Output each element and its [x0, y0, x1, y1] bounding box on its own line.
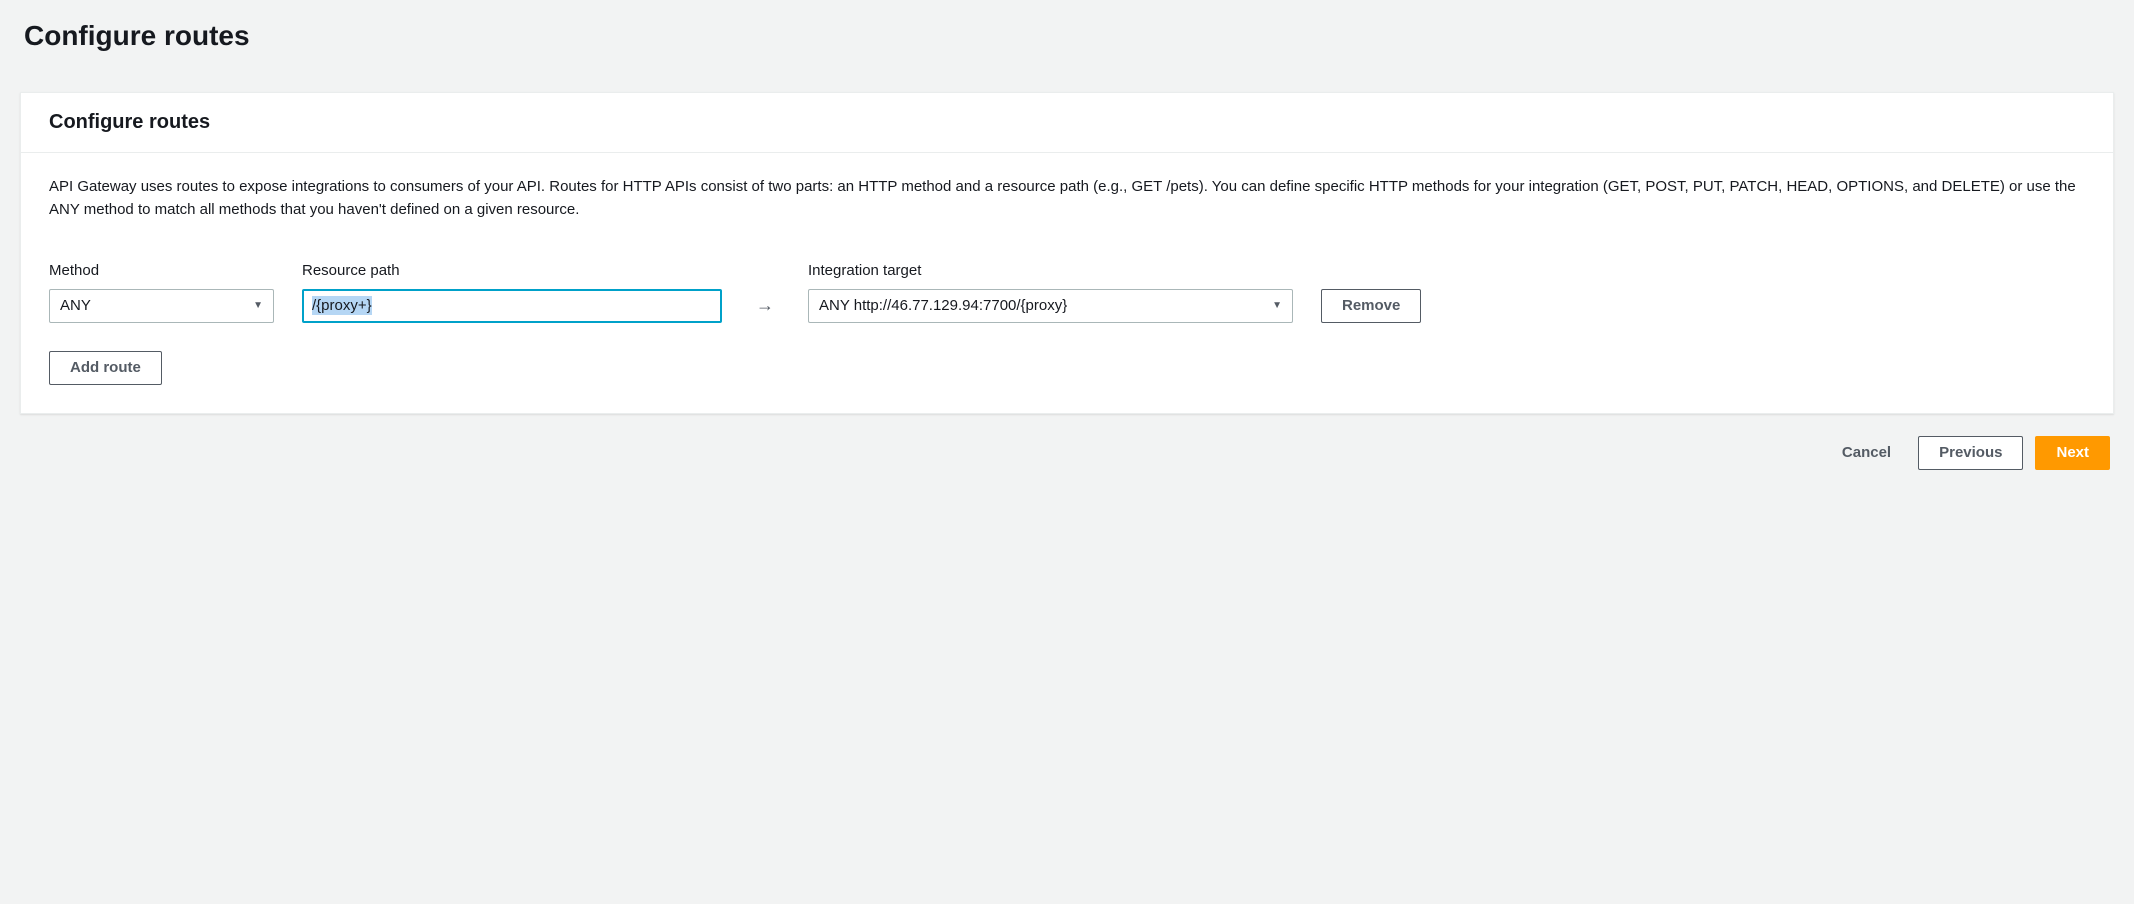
panel-body: API Gateway uses routes to expose integr…	[21, 153, 2113, 413]
route-row: ANY ▼ /{proxy+} → ANY http://46.77.129.9…	[49, 289, 2085, 323]
dropdown-caret-icon: ▼	[253, 300, 263, 311]
column-labels-row: Method Resource path Integration target	[49, 262, 2085, 279]
panel-header: Configure routes	[21, 93, 2113, 153]
page-title: Configure routes	[24, 20, 2114, 52]
next-button[interactable]: Next	[2035, 436, 2110, 470]
arrow-right-icon: →	[756, 295, 774, 315]
resource-path-value: /{proxy+}	[312, 296, 372, 315]
remove-button[interactable]: Remove	[1321, 289, 1421, 323]
method-value: ANY	[60, 297, 91, 314]
add-route-button[interactable]: Add route	[49, 351, 162, 385]
method-select[interactable]: ANY ▼	[49, 289, 274, 323]
dropdown-caret-icon: ▼	[1272, 300, 1282, 311]
wizard-actions: Cancel Previous Next	[20, 436, 2114, 470]
method-label: Method	[49, 262, 99, 279]
panel-title: Configure routes	[49, 111, 2085, 134]
resource-path-label: Resource path	[302, 262, 400, 279]
panel-description: API Gateway uses routes to expose integr…	[49, 175, 2085, 222]
previous-button[interactable]: Previous	[1918, 436, 2023, 470]
integration-target-label: Integration target	[808, 262, 921, 279]
integration-target-select[interactable]: ANY http://46.77.129.94:7700/{proxy} ▼	[808, 289, 1293, 323]
integration-target-value: ANY http://46.77.129.94:7700/{proxy}	[819, 297, 1067, 314]
configure-routes-panel: Configure routes API Gateway uses routes…	[20, 92, 2114, 414]
resource-path-input[interactable]: /{proxy+}	[302, 289, 722, 323]
cancel-button[interactable]: Cancel	[1827, 436, 1906, 470]
